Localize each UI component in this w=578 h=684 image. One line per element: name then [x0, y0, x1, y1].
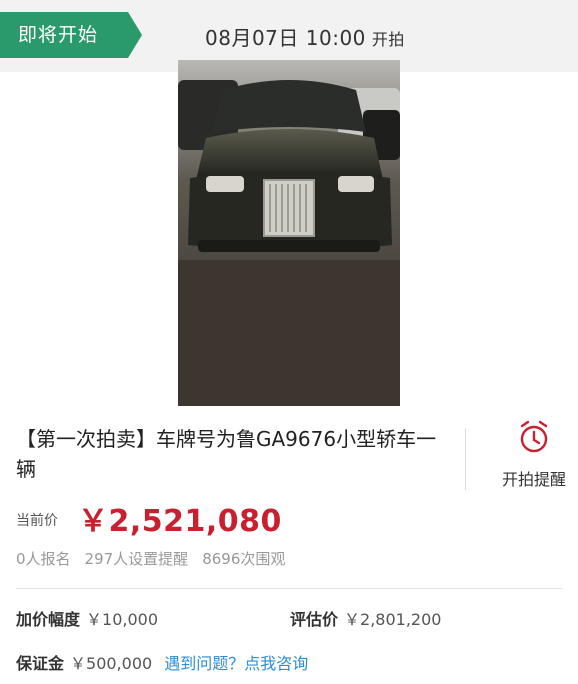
- deposit-value: ￥500,000: [70, 654, 153, 673]
- appraisal-label: 评估价: [290, 610, 339, 629]
- start-time-value: 08月07日 10:00: [205, 26, 366, 50]
- alarm-clock-icon: [520, 420, 548, 453]
- view-count: 8696次围观: [202, 550, 286, 568]
- remind-button[interactable]: 开拍提醒: [490, 420, 578, 490]
- auction-stats: 0人报名 297人设置提醒 8696次围观: [16, 548, 299, 569]
- status-label: 即将开始: [18, 24, 99, 46]
- help-link[interactable]: 遇到问题？点我咨询: [164, 654, 308, 673]
- appraisal-row: 评估价 ￥2,801,200: [290, 606, 441, 630]
- start-time: 08月07日 10:00 开拍: [205, 22, 405, 51]
- car-image: [178, 60, 400, 406]
- start-time-suffix: 开拍: [371, 30, 405, 49]
- price-value: ￥2,521,080: [78, 504, 282, 539]
- increment-label: 加价幅度: [16, 610, 81, 629]
- car-photo[interactable]: [178, 60, 400, 406]
- deposit-row: 保证金 ￥500,000 遇到问题？点我咨询: [16, 650, 308, 674]
- price-label: 当前价: [16, 513, 58, 529]
- reminder-count: 297人设置提醒: [84, 550, 189, 568]
- vertical-divider: [465, 428, 466, 490]
- increment-value: ￥10,000: [86, 610, 159, 629]
- item-title: 【第一次拍卖】车牌号为鲁GA9676小型轿车一辆: [16, 427, 437, 481]
- increment-row: 加价幅度 ￥10,000: [16, 606, 158, 630]
- deposit-label: 保证金: [16, 654, 65, 673]
- appraisal-value: ￥2,801,200: [344, 610, 442, 629]
- signup-count: 0人报名: [16, 550, 71, 568]
- status-tag: 即将开始: [0, 12, 150, 58]
- horizontal-divider: [16, 588, 562, 589]
- remind-label: 开拍提醒: [501, 470, 566, 489]
